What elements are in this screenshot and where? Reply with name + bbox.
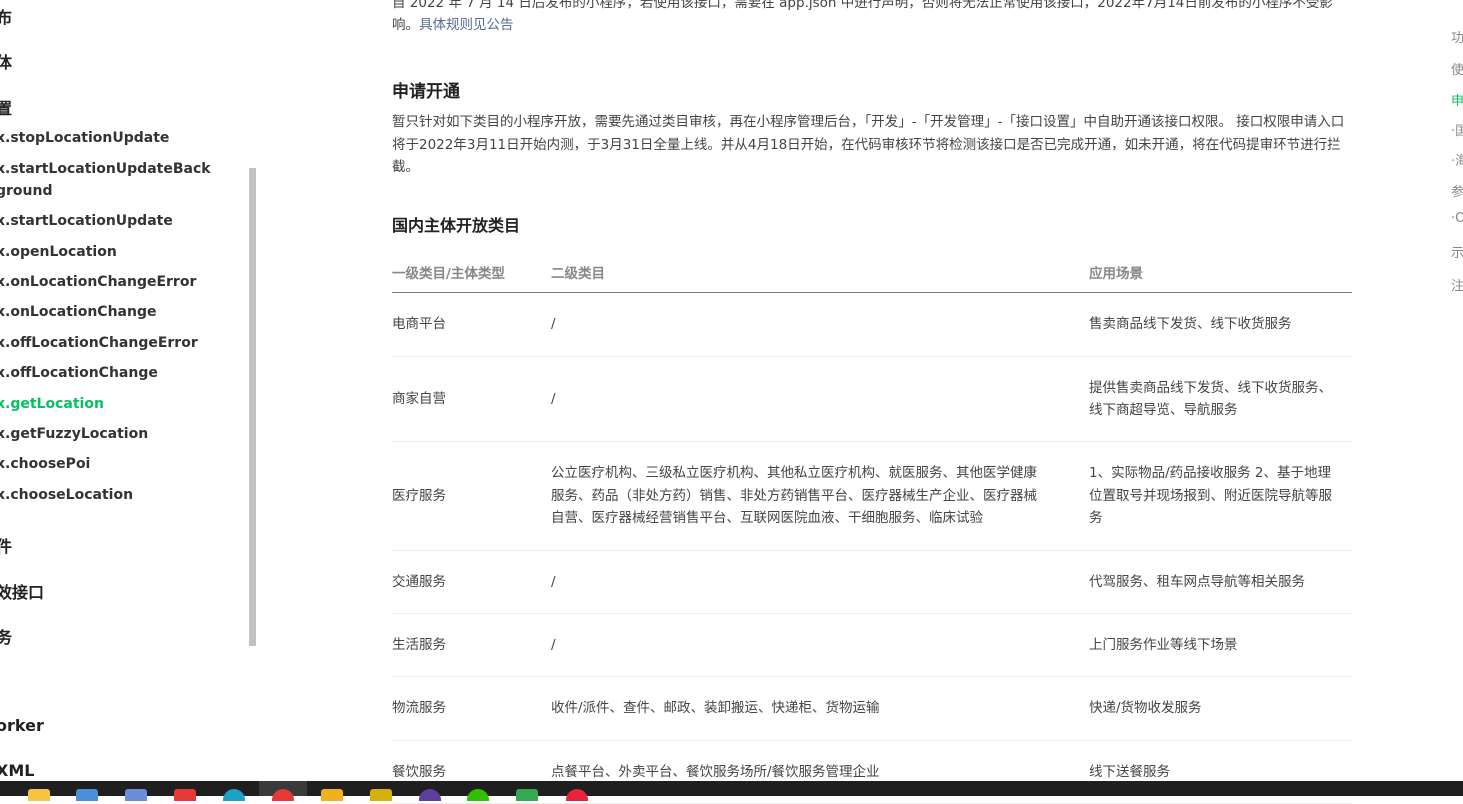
toc-item[interactable]: ·O xyxy=(1451,211,1463,226)
cell-level2: 公立医疗机构、三级私立医疗机构、其他私立医疗机构、就医服务、其他医学健康服务、药… xyxy=(551,441,1089,551)
sidebar-category[interactable]: 体 xyxy=(0,49,12,73)
domestic-categories-heading: 国内主体开放类目 xyxy=(392,216,521,235)
table-header-row: 一级类目/主体类型 二级类目 应用场景 xyxy=(392,252,1352,293)
sidebar-item-on-location-change[interactable]: x.onLocationChange xyxy=(0,301,214,323)
sidebar-item-off-location-change-error[interactable]: x.offLocationChangeError xyxy=(0,332,214,354)
toc-item[interactable]: 参 xyxy=(1451,181,1463,200)
cell-scene: 代驾服务、租车网点导航等相关服务 xyxy=(1089,550,1352,614)
cell-level1: 物流服务 xyxy=(392,676,551,741)
cell-scene: 提供售卖商品线下发货、线下收货服务、线下商超导览、导航服务 xyxy=(1089,356,1352,442)
sidebar-item-stop-location-update[interactable]: x.stopLocationUpdate xyxy=(0,127,214,149)
sidebar-item-choose-poi[interactable]: x.choosePoi xyxy=(0,453,214,475)
column-header-level2: 二级类目 xyxy=(551,252,1089,293)
sidebar-category[interactable]: 件 xyxy=(0,533,12,557)
sidebar-category[interactable]: 效接口 xyxy=(0,579,44,603)
file-explorer-icon[interactable] xyxy=(28,789,50,801)
toc-item-active[interactable]: 申 xyxy=(1451,90,1463,109)
table-of-contents: 功 使 申 ·国 ·海 参 ·O 示 注 xyxy=(1451,0,1463,781)
wechat-icon[interactable] xyxy=(467,789,489,801)
apply-paragraph: 暂只针对如下类目的小程序开放，需要先通过类目审核，再在小程序管理后台，「开发」-… xyxy=(392,114,1345,175)
cell-scene: 1、实际物品/药品接收服务 2、基于地理位置取号并现场报到、附近医院导航等服务 xyxy=(1089,441,1352,551)
sidebar-item-open-location[interactable]: x.openLocation xyxy=(0,241,214,263)
sidebar-item-start-location-update[interactable]: x.startLocationUpdate xyxy=(0,210,214,232)
app-icon-dark[interactable] xyxy=(419,789,441,801)
toc-item[interactable]: ·海 xyxy=(1451,150,1463,169)
announcement-link[interactable]: 具体规则见公告 xyxy=(419,17,514,33)
table-row: 商家自营 / 提供售卖商品线下发货、线下收货服务、线下商超导览、导航服务 xyxy=(392,356,1352,442)
sidebar-item-get-fuzzy-location[interactable]: x.getFuzzyLocation xyxy=(0,423,214,445)
cell-level1: 医疗服务 xyxy=(392,441,551,551)
cell-level1: 电商平台 xyxy=(392,292,551,357)
app-icon-red-round[interactable] xyxy=(566,789,588,801)
table-row: 物流服务 收件/派件、查件、邮政、装卸搬运、快递柜、货物运输 快递/货物收发服务 xyxy=(392,676,1352,741)
app-icon-red[interactable] xyxy=(174,789,196,801)
app-icon-yellow[interactable] xyxy=(321,789,343,801)
sidebar-nav: 布 体 置 x.stopLocationUpdate x.startLocati… xyxy=(0,0,249,781)
cell-level1: 生活服务 xyxy=(392,613,551,677)
cell-level2: 收件/派件、查件、邮政、装卸搬运、快递柜、货物运输 xyxy=(551,676,1089,741)
app-icon-blue[interactable] xyxy=(76,789,98,801)
sidebar-item-choose-location[interactable]: x.chooseLocation xyxy=(0,484,214,506)
sidebar-category[interactable]: 置 xyxy=(0,95,12,119)
edge-icon[interactable] xyxy=(223,789,245,801)
table-row: 生活服务 / 上门服务作业等线下场景 xyxy=(392,613,1352,677)
sidebar-item-on-location-change-error[interactable]: x.onLocationChangeError xyxy=(0,271,214,293)
cell-scene: 售卖商品线下发货、线下收货服务 xyxy=(1089,292,1352,357)
cell-scene: 上门服务作业等线下场景 xyxy=(1089,613,1352,677)
column-header-scene: 应用场景 xyxy=(1089,252,1352,293)
toc-item[interactable]: 使 xyxy=(1451,59,1463,78)
cell-level1: 商家自营 xyxy=(392,356,551,442)
table-row: 医疗服务 公立医疗机构、三级私立医疗机构、其他私立医疗机构、就医服务、其他医学健… xyxy=(392,441,1352,551)
apply-heading: 申请开通 xyxy=(392,82,460,102)
app-icon-window[interactable] xyxy=(125,789,147,801)
intro-text: 自 2022 年 7 月 14 日后发布的小程序，若使用该接口，需要在 app.… xyxy=(392,0,1333,33)
column-header-level1: 一级类目/主体类型 xyxy=(392,252,551,293)
cell-level2: / xyxy=(551,292,1089,357)
cell-level2: / xyxy=(551,550,1089,614)
sidebar-item-get-location[interactable]: x.getLocation xyxy=(0,393,214,415)
toc-item[interactable]: 功 xyxy=(1451,27,1463,46)
sidebar-item-start-location-update-background[interactable]: x.startLocationUpdateBackground xyxy=(0,158,214,202)
app-icon-tool[interactable] xyxy=(370,789,392,801)
taskbar xyxy=(0,781,1463,801)
sidebar-category[interactable]: 务 xyxy=(0,624,12,648)
cell-level1: 交通服务 xyxy=(392,550,551,614)
sidebar-category[interactable]: XML xyxy=(0,761,34,780)
sidebar-item-off-location-change[interactable]: x.offLocationChange xyxy=(0,362,214,384)
toc-item[interactable]: 示 xyxy=(1451,242,1463,261)
toc-item[interactable]: ·国 xyxy=(1451,120,1463,139)
table-row: 交通服务 / 代驾服务、租车网点导航等相关服务 xyxy=(392,550,1352,614)
cell-level2: / xyxy=(551,356,1089,442)
intro-paragraph: 自 2022 年 7 月 14 日后发布的小程序，若使用该接口，需要在 app.… xyxy=(392,0,1352,36)
toc-item[interactable]: 注 xyxy=(1451,275,1463,294)
cell-level2: / xyxy=(551,613,1089,677)
table-row: 电商平台 / 售卖商品线下发货、线下收货服务 xyxy=(392,292,1352,357)
sidebar-category[interactable]: 布 xyxy=(0,4,12,28)
categories-table: 一级类目/主体类型 二级类目 应用场景 电商平台 / 售卖商品线下发货、线下收货… xyxy=(392,252,1352,804)
cell-scene: 快递/货物收发服务 xyxy=(1089,676,1352,741)
sidebar-category[interactable]: orker xyxy=(0,716,44,735)
app-icon-green[interactable] xyxy=(516,789,538,801)
sidebar-scrollbar-thumb[interactable] xyxy=(249,168,256,646)
